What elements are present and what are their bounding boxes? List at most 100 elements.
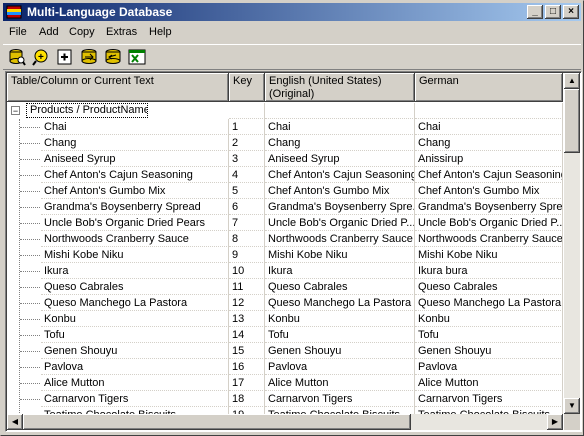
table-row[interactable]: Ikura 10 Ikura Ikura bura bbox=[7, 263, 563, 279]
scroll-up-icon[interactable]: ▲ bbox=[564, 73, 580, 89]
german-cell[interactable]: Grandma's Boysenberry Spre... bbox=[415, 199, 563, 215]
title-bar[interactable]: Multi-Language Database _ □ × bbox=[3, 3, 581, 21]
current-text-cell[interactable]: Queso Manchego La Pastora bbox=[41, 295, 229, 311]
open-database-icon[interactable] bbox=[7, 47, 27, 67]
table-row[interactable]: Carnarvon Tigers 18 Carnarvon Tigers Carnar… bbox=[7, 391, 563, 407]
english-cell[interactable]: Tofu bbox=[265, 327, 415, 343]
vertical-scroll-thumb[interactable] bbox=[564, 89, 580, 153]
key-cell[interactable]: 7 bbox=[229, 215, 265, 231]
copy-language-icon[interactable] bbox=[103, 47, 123, 67]
menu-extras[interactable]: Extras bbox=[106, 26, 137, 38]
key-cell[interactable]: 9 bbox=[229, 247, 265, 263]
english-cell[interactable]: Chai bbox=[265, 119, 415, 135]
horizontal-scrollbar[interactable]: ◀ ▶ bbox=[7, 414, 563, 430]
key-cell[interactable]: 2 bbox=[229, 135, 265, 151]
menu-add[interactable]: Add bbox=[39, 26, 59, 38]
english-cell[interactable]: Konbu bbox=[265, 311, 415, 327]
table-row[interactable]: Pavlova 16 Pavlova Pavlova bbox=[7, 359, 563, 375]
german-cell[interactable]: Chef Anton's Gumbo Mix bbox=[415, 183, 563, 199]
key-cell[interactable]: 5 bbox=[229, 183, 265, 199]
english-cell[interactable]: Pavlova bbox=[265, 359, 415, 375]
current-text-cell[interactable]: Mishi Kobe Niku bbox=[41, 247, 229, 263]
german-cell[interactable]: Chang bbox=[415, 135, 563, 151]
current-text-cell[interactable]: Uncle Bob's Organic Dried Pears bbox=[41, 215, 229, 231]
english-cell[interactable]: Grandma's Boysenberry Spre... bbox=[265, 199, 415, 215]
german-cell[interactable]: Mishi Kobe Niku bbox=[415, 247, 563, 263]
scroll-left-icon[interactable]: ◀ bbox=[7, 414, 23, 430]
key-cell[interactable]: 17 bbox=[229, 375, 265, 391]
english-cell[interactable]: Alice Mutton bbox=[265, 375, 415, 391]
table-row[interactable]: Konbu 13 Konbu Konbu bbox=[7, 311, 563, 327]
current-text-cell[interactable]: Pavlova bbox=[41, 359, 229, 375]
menu-copy[interactable]: Copy bbox=[69, 26, 95, 38]
table-row[interactable]: Northwoods Cranberry Sauce 8 Northwoods Cr… bbox=[7, 231, 563, 247]
german-cell[interactable]: Queso Manchego La Pastora bbox=[415, 295, 563, 311]
horizontal-scroll-thumb[interactable] bbox=[23, 414, 411, 430]
table-row[interactable]: Chai 1 Chai Chai bbox=[7, 119, 563, 135]
german-cell[interactable]: Uncle Bob's Organic Dried P... bbox=[415, 215, 563, 231]
current-text-cell[interactable]: Chef Anton's Cajun Seasoning bbox=[41, 167, 229, 183]
vertical-scrollbar[interactable]: ▲ ▼ bbox=[564, 73, 580, 414]
german-cell[interactable]: Northwoods Cranberry Sauce bbox=[415, 231, 563, 247]
key-cell[interactable]: 13 bbox=[229, 311, 265, 327]
translation-grid[interactable]: Table/Column or Current Text Key English… bbox=[5, 71, 582, 432]
german-cell[interactable]: Queso Cabrales bbox=[415, 279, 563, 295]
copy-database-icon[interactable] bbox=[79, 47, 99, 67]
table-row[interactable]: Chang 2 Chang Chang bbox=[7, 135, 563, 151]
current-text-cell[interactable]: Chef Anton's Gumbo Mix bbox=[41, 183, 229, 199]
german-cell[interactable]: Konbu bbox=[415, 311, 563, 327]
english-cell[interactable]: Chang bbox=[265, 135, 415, 151]
current-text-cell[interactable]: Aniseed Syrup bbox=[41, 151, 229, 167]
current-text-cell[interactable]: Chai bbox=[41, 119, 229, 135]
table-row[interactable]: Alice Mutton 17 Alice Mutton Alice Mutton bbox=[7, 375, 563, 391]
key-cell[interactable]: 4 bbox=[229, 167, 265, 183]
menu-help[interactable]: Help bbox=[149, 26, 172, 38]
current-text-cell[interactable]: Grandma's Boysenberry Spread bbox=[41, 199, 229, 215]
column-header-english[interactable]: English (United States) (Original) bbox=[265, 73, 415, 102]
current-text-cell[interactable]: Carnarvon Tigers bbox=[41, 391, 229, 407]
current-text-cell[interactable]: Ikura bbox=[41, 263, 229, 279]
add-key-icon[interactable]: + bbox=[31, 47, 51, 67]
german-cell[interactable]: Tofu bbox=[415, 327, 563, 343]
key-cell[interactable]: 16 bbox=[229, 359, 265, 375]
scroll-down-icon[interactable]: ▼ bbox=[564, 398, 580, 414]
key-cell[interactable]: 11 bbox=[229, 279, 265, 295]
key-cell[interactable]: 8 bbox=[229, 231, 265, 247]
english-cell[interactable]: Northwoods Cranberry Sauce bbox=[265, 231, 415, 247]
english-cell[interactable]: Aniseed Syrup bbox=[265, 151, 415, 167]
german-cell[interactable]: Chai bbox=[415, 119, 563, 135]
maximize-button[interactable]: □ bbox=[545, 5, 561, 19]
english-cell[interactable]: Ikura bbox=[265, 263, 415, 279]
add-item-icon[interactable] bbox=[55, 47, 75, 67]
english-cell[interactable]: Queso Cabrales bbox=[265, 279, 415, 295]
table-row[interactable]: Tofu 14 Tofu Tofu bbox=[7, 327, 563, 343]
close-button[interactable]: × bbox=[563, 5, 579, 19]
table-row[interactable]: Aniseed Syrup 3 Aniseed Syrup Anissirup bbox=[7, 151, 563, 167]
german-cell[interactable]: Ikura bura bbox=[415, 263, 563, 279]
column-header-key[interactable]: Key bbox=[229, 73, 265, 102]
group-row[interactable]: − Products / ProductName bbox=[7, 103, 563, 119]
key-cell[interactable]: 3 bbox=[229, 151, 265, 167]
export-excel-icon[interactable] bbox=[127, 47, 147, 67]
english-cell[interactable]: Genen Shouyu bbox=[265, 343, 415, 359]
current-text-cell[interactable]: Chang bbox=[41, 135, 229, 151]
german-cell[interactable]: Anissirup bbox=[415, 151, 563, 167]
key-cell[interactable]: 6 bbox=[229, 199, 265, 215]
german-cell[interactable]: Carnarvon Tigers bbox=[415, 391, 563, 407]
table-row[interactable]: Chef Anton's Gumbo Mix 5 Chef Anton's Gumb… bbox=[7, 183, 563, 199]
table-row[interactable]: Uncle Bob's Organic Dried Pears 7 Uncle Bo… bbox=[7, 215, 563, 231]
english-cell[interactable]: Chef Anton's Cajun Seasoning bbox=[265, 167, 415, 183]
english-cell[interactable]: Queso Manchego La Pastora bbox=[265, 295, 415, 311]
key-cell[interactable]: 12 bbox=[229, 295, 265, 311]
german-cell[interactable]: Alice Mutton bbox=[415, 375, 563, 391]
current-text-cell[interactable]: Queso Cabrales bbox=[41, 279, 229, 295]
german-cell[interactable]: Chef Anton's Cajun Seasoning bbox=[415, 167, 563, 183]
current-text-cell[interactable]: Konbu bbox=[41, 311, 229, 327]
current-text-cell[interactable]: Tofu bbox=[41, 327, 229, 343]
table-row[interactable]: Grandma's Boysenberry Spread 6 Grandma's B… bbox=[7, 199, 563, 215]
german-cell[interactable]: Pavlova bbox=[415, 359, 563, 375]
table-row[interactable]: Mishi Kobe Niku 9 Mishi Kobe Niku Mishi Kob… bbox=[7, 247, 563, 263]
english-cell[interactable]: Mishi Kobe Niku bbox=[265, 247, 415, 263]
current-text-cell[interactable]: Alice Mutton bbox=[41, 375, 229, 391]
key-cell[interactable]: 1 bbox=[229, 119, 265, 135]
